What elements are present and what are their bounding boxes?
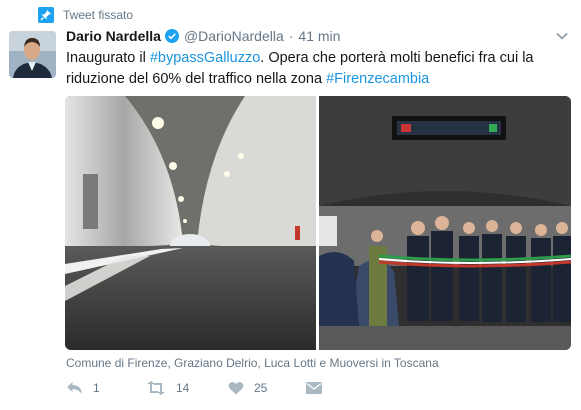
reply-count: 1 <box>93 381 100 395</box>
retweet-icon <box>147 381 165 395</box>
envelope-icon <box>306 382 322 394</box>
like-count: 25 <box>254 381 268 395</box>
hashtag-link[interactable]: #bypassGalluzzo <box>150 50 260 66</box>
tweet-timestamp[interactable]: 41 min <box>298 28 340 44</box>
like-button[interactable]: 25 <box>228 381 306 395</box>
reply-icon <box>67 382 82 394</box>
pinned-label: Tweet fissato <box>63 8 134 22</box>
hashtag-link[interactable]: #Firenzecambia <box>326 71 429 87</box>
media-container <box>65 96 571 350</box>
pinned-indicator: Tweet fissato <box>38 7 133 23</box>
tunnel-photo[interactable] <box>65 96 316 350</box>
reply-button[interactable]: 1 <box>66 381 146 395</box>
tweet-text-part: Inaugurato il <box>66 50 150 66</box>
retweet-button[interactable]: 14 <box>146 381 228 395</box>
direct-message-button[interactable] <box>306 382 322 394</box>
heart-icon <box>228 382 244 395</box>
tweet-actions: 1 14 25 <box>66 381 322 395</box>
pin-icon <box>38 7 54 23</box>
chevron-down-icon[interactable] <box>555 29 569 43</box>
ceremony-photo[interactable] <box>319 96 571 350</box>
author-handle[interactable]: @DarioNardella <box>184 28 284 44</box>
tweet-header: Dario Nardella @DarioNardella · 41 min <box>66 28 340 44</box>
author-name[interactable]: Dario Nardella <box>66 28 161 44</box>
verified-badge-icon <box>164 29 179 43</box>
avatar[interactable] <box>9 31 56 78</box>
separator-dot: · <box>288 28 294 44</box>
media-caption[interactable]: Comune di Firenze, Graziano Delrio, Luca… <box>66 356 439 370</box>
tweet-text: Inaugurato il #bypassGalluzzo. Opera che… <box>66 48 571 90</box>
retweet-count: 14 <box>176 381 190 395</box>
